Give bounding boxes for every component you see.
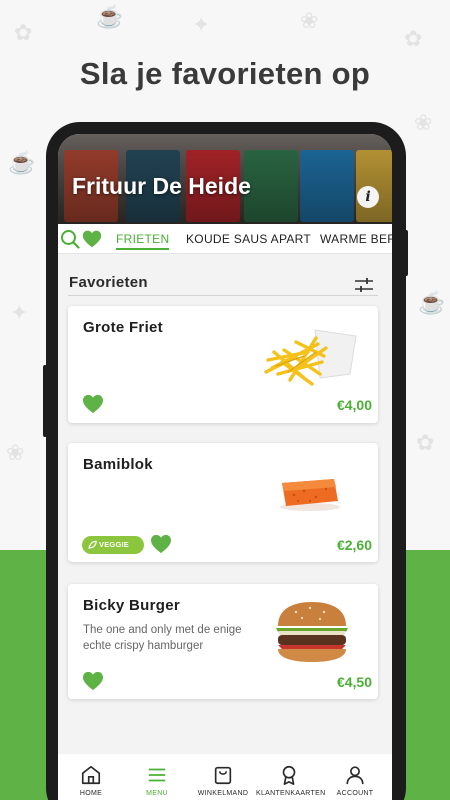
doodle-icon: ☕ — [418, 290, 446, 315]
item-name: Bicky Burger — [83, 597, 180, 614]
burger-image — [276, 602, 348, 662]
info-icon[interactable]: i — [357, 186, 379, 208]
tab-warme-beri[interactable]: WARME BERI — [320, 232, 392, 246]
menu-item-card[interactable]: Bamiblok VEGGIE €2,60 — [68, 443, 378, 562]
bamiblok-image — [280, 479, 340, 511]
doodle-icon: ✿ — [14, 20, 33, 45]
app-screen: Frituur De Heide i FRIETEN KOUDE SAUS AP… — [58, 134, 392, 800]
doodle-icon: ☕ — [96, 4, 124, 29]
nav-home[interactable]: HOME — [58, 764, 124, 797]
nav-menu[interactable]: MENU — [124, 764, 190, 797]
bottom-navigation: HOME MENU WINKELMAND KLANTENKAARTEN ACCO… — [58, 754, 392, 800]
item-name: Bamiblok — [83, 456, 153, 473]
section-title: Favorieten — [69, 274, 148, 291]
favorite-heart-icon[interactable] — [82, 671, 104, 691]
page-headline: Sla je favorieten op — [79, 56, 371, 91]
shopping-bag-icon — [214, 766, 232, 785]
award-icon — [282, 765, 296, 785]
tab-koude-saus-apart[interactable]: KOUDE SAUS APART — [186, 232, 311, 246]
fries-image — [264, 329, 357, 386]
doodle-icon: ✦ — [10, 300, 29, 325]
menu-item-card[interactable]: Bicky Burger The one and only met de eni… — [68, 584, 378, 699]
doodle-icon: ❀ — [6, 440, 25, 465]
section-divider — [68, 295, 378, 296]
nav-menu-label: MENU — [146, 790, 168, 797]
item-price: €2,60 — [336, 537, 372, 553]
nav-account-label: ACCOUNT — [336, 790, 374, 797]
home-icon — [81, 765, 101, 785]
favorite-heart-icon[interactable] — [82, 394, 104, 414]
phone-side-button — [403, 230, 408, 276]
filter-icon[interactable] — [354, 277, 374, 293]
category-tabbar: FRIETEN KOUDE SAUS APART WARME BERI — [58, 224, 392, 254]
veggie-badge: VEGGIE — [82, 536, 144, 554]
search-icon[interactable] — [60, 229, 80, 249]
leaf-icon — [88, 540, 97, 549]
doodle-icon: ✦ — [192, 12, 211, 37]
doodle-icon: ❀ — [300, 8, 319, 33]
nav-account[interactable]: ACCOUNT — [322, 764, 388, 797]
nav-home-label: HOME — [79, 790, 103, 797]
item-name: Grote Friet — [83, 319, 163, 336]
item-price: €4,00 — [336, 397, 372, 413]
nav-winkelmand-label: WINKELMAND — [197, 790, 249, 797]
heart-icon[interactable] — [82, 229, 102, 249]
phone-side-button — [43, 365, 47, 437]
restaurant-name: Frituur De Heide — [72, 173, 251, 199]
favorite-heart-icon[interactable] — [150, 534, 172, 554]
item-price: €4,50 — [336, 674, 372, 690]
doodle-icon: ❀ — [414, 110, 433, 135]
veggie-label: VEGGIE — [99, 540, 129, 549]
doodle-icon: ✿ — [416, 430, 435, 455]
doodle-icon: ☕ — [8, 150, 36, 175]
item-description: The one and only met de enige echte cris… — [83, 624, 242, 652]
restaurant-header: Frituur De Heide i — [58, 134, 392, 224]
nav-winkelmand[interactable]: WINKELMAND — [190, 764, 256, 797]
nav-klantenkaarten-label: KLANTENKAARTEN — [256, 790, 326, 797]
doodle-icon: ✿ — [404, 26, 423, 51]
user-icon — [346, 766, 364, 785]
nav-klantenkaarten[interactable]: KLANTENKAARTEN — [256, 764, 326, 797]
menu-item-card[interactable]: Grote Friet €4,00 — [68, 306, 378, 423]
menu-icon — [148, 768, 166, 782]
tab-frieten[interactable]: FRIETEN — [116, 232, 170, 250]
